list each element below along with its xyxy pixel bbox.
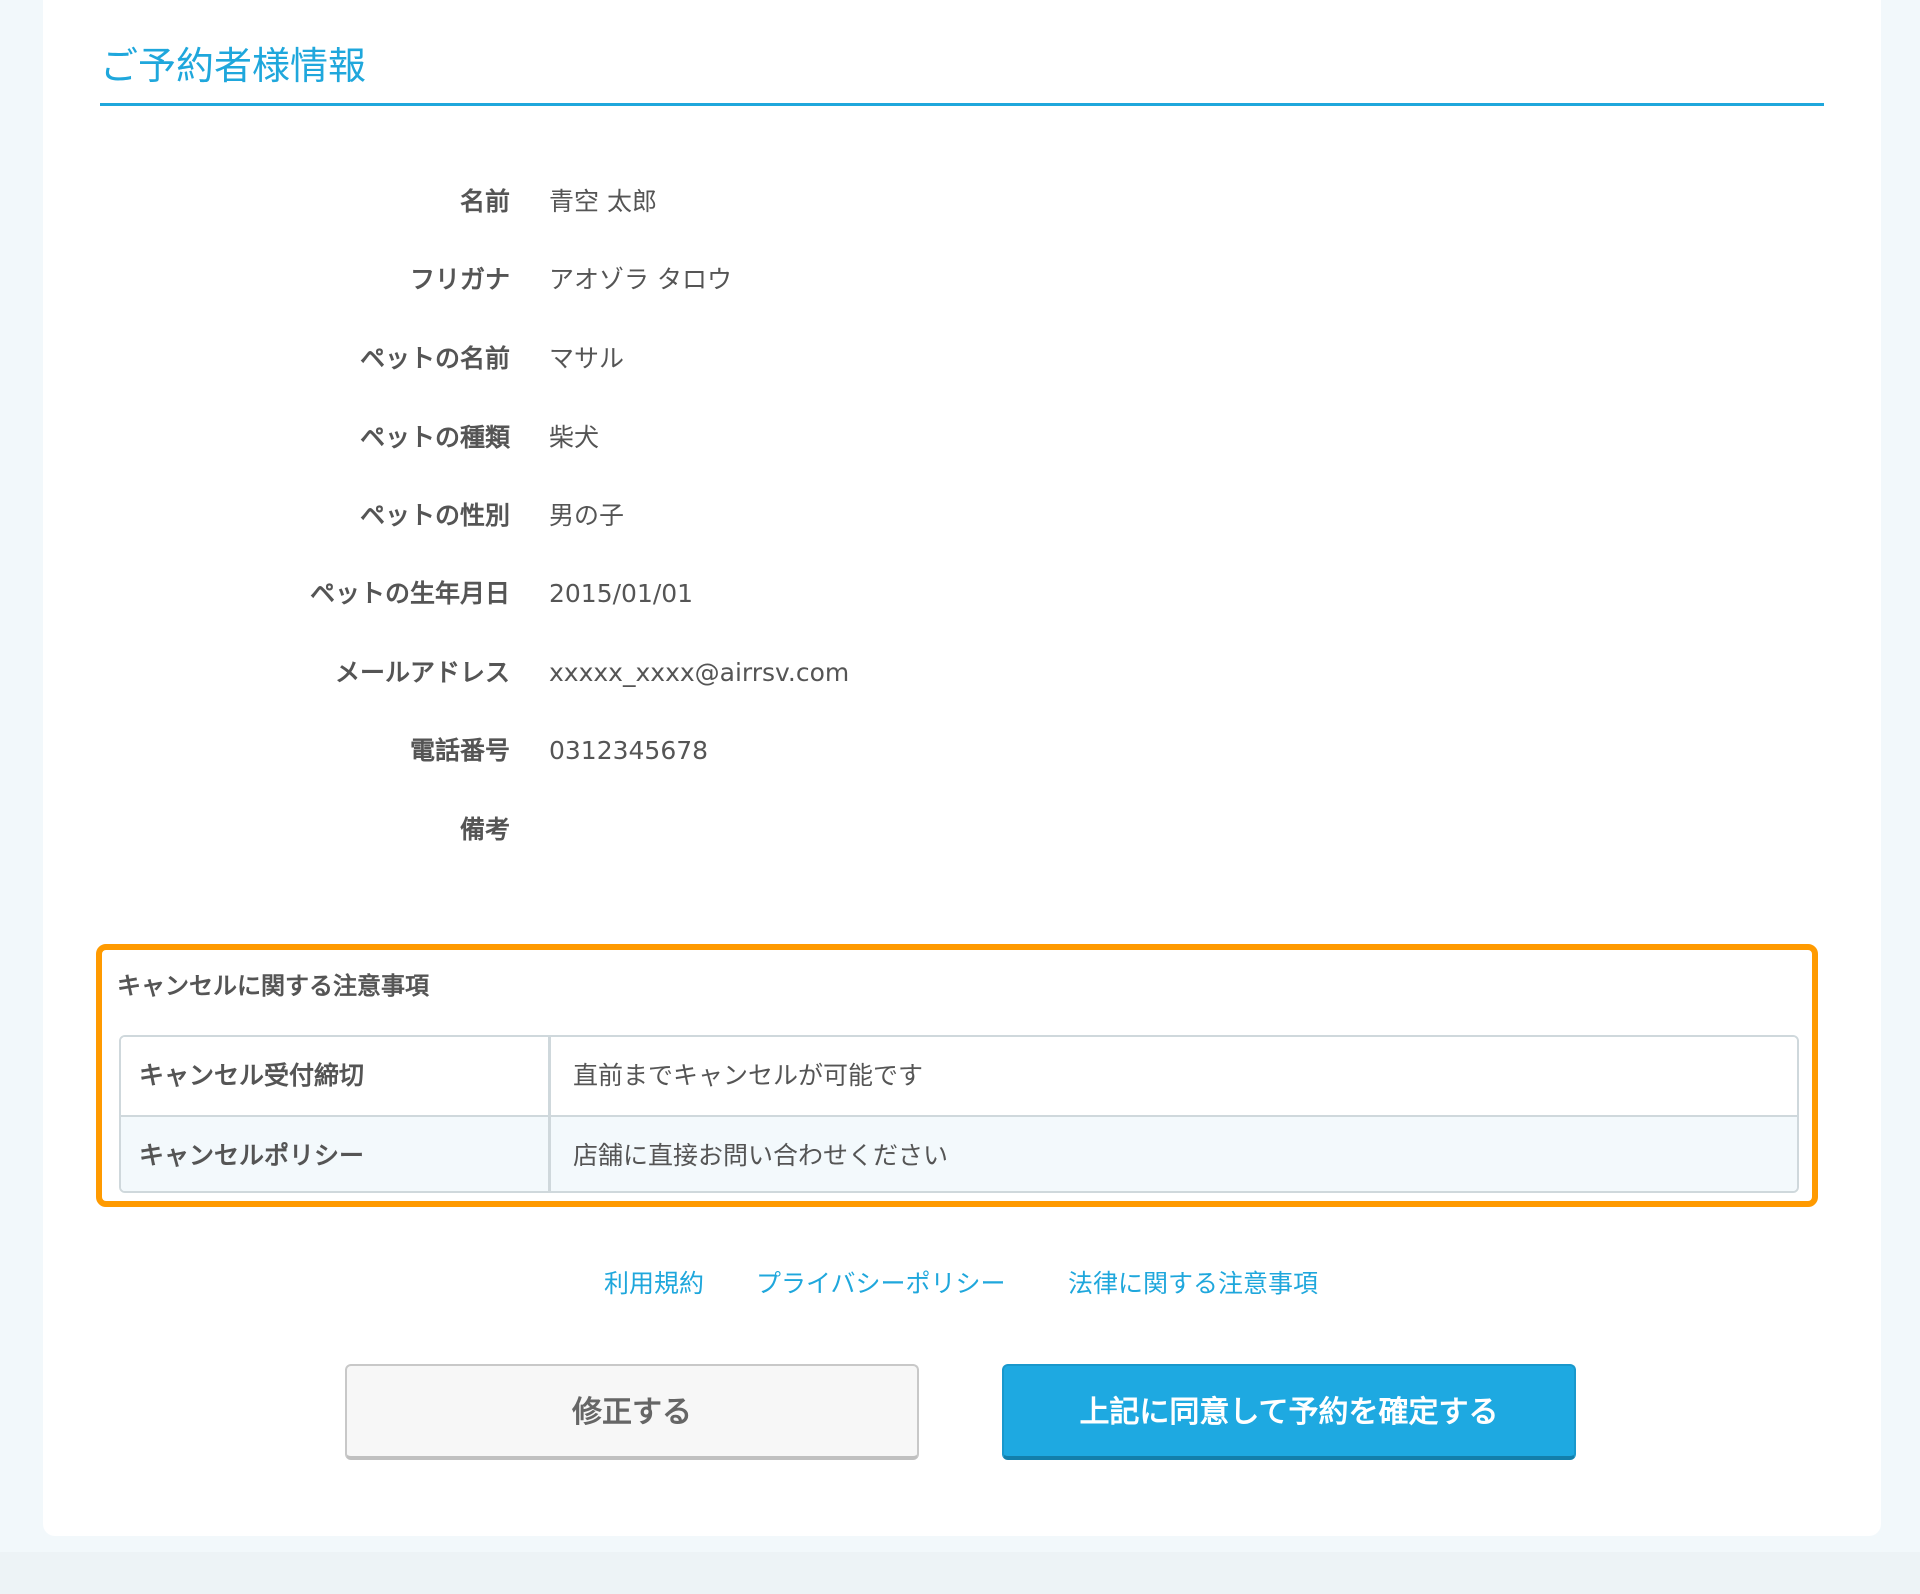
confirm-reservation-button[interactable]: 上記に同意して予約を確定する [1002,1364,1576,1460]
footer-links: 利用規約 プライバシーポリシー 法律に関する注意事項 [0,1264,1920,1304]
cancel-policy-value: 店舗に直接お問い合わせください [573,1141,949,1170]
info-row-pet-type: ペットの種類 柴犬 [100,416,1500,460]
cancel-deadline-label: キャンセル受付締切 [121,1037,551,1115]
table-row: キャンセル受付締切 直前までキャンセルが可能です [121,1037,1797,1117]
info-value: 0312345678 [549,736,709,765]
info-label: ペットの生年月日 [309,579,510,608]
cancel-notice-title: キャンセルに関する注意事項 [117,972,429,1000]
info-row-pet-gender: ペットの性別 男の子 [100,494,1500,538]
info-row-pet-name: ペットの名前 マサル [100,337,1500,381]
cancel-policy-label: キャンセルポリシー [121,1117,551,1191]
cancel-deadline-value: 直前までキャンセルが可能です [573,1061,924,1090]
info-label: メールアドレス [334,658,510,687]
info-label: フリガナ [409,265,510,294]
page-footer-band [0,1552,1920,1594]
edit-button[interactable]: 修正する [345,1364,919,1460]
section-title-underline [100,103,1824,106]
info-value: マサル [549,344,625,373]
info-row-notes: 備考 [100,808,1500,852]
privacy-policy-link[interactable]: プライバシーポリシー [756,1264,1006,1304]
info-value: 2015/01/01 [549,579,694,608]
info-label: ペットの性別 [359,501,510,530]
info-value: 男の子 [549,501,625,530]
cancel-notice-box: キャンセルに関する注意事項 キャンセル受付締切 直前までキャンセルが可能です キ… [96,944,1818,1207]
cancel-policy-table: キャンセル受付締切 直前までキャンセルが可能です キャンセルポリシー 店舗に直接… [119,1035,1799,1193]
info-row-pet-birthday: ペットの生年月日 2015/01/01 [100,572,1500,616]
table-row: キャンセルポリシー 店舗に直接お問い合わせください [121,1117,1797,1191]
info-label: 電話番号 [409,736,510,765]
legal-notice-link[interactable]: 法律に関する注意事項 [1068,1264,1318,1304]
terms-link[interactable]: 利用規約 [604,1264,704,1304]
info-row-phone: 電話番号 0312345678 [100,729,1500,773]
info-row-furigana: フリガナ アオゾラ タロウ [100,258,1500,302]
info-value: アオゾラ タロウ [549,265,732,294]
info-label: 名前 [459,187,510,216]
info-label: ペットの名前 [359,344,510,373]
info-row-email: メールアドレス xxxxx_xxxx@airrsv.com [100,651,1500,695]
info-value: xxxxx_xxxx@airrsv.com [549,658,850,687]
info-value: 柴犬 [549,423,600,452]
info-label: 備考 [459,815,510,844]
info-label: ペットの種類 [359,423,510,452]
info-row-name: 名前 青空 太郎 [100,180,1500,224]
section-title: ご予約者様情報 [100,44,367,88]
info-value: 青空 太郎 [549,187,657,216]
